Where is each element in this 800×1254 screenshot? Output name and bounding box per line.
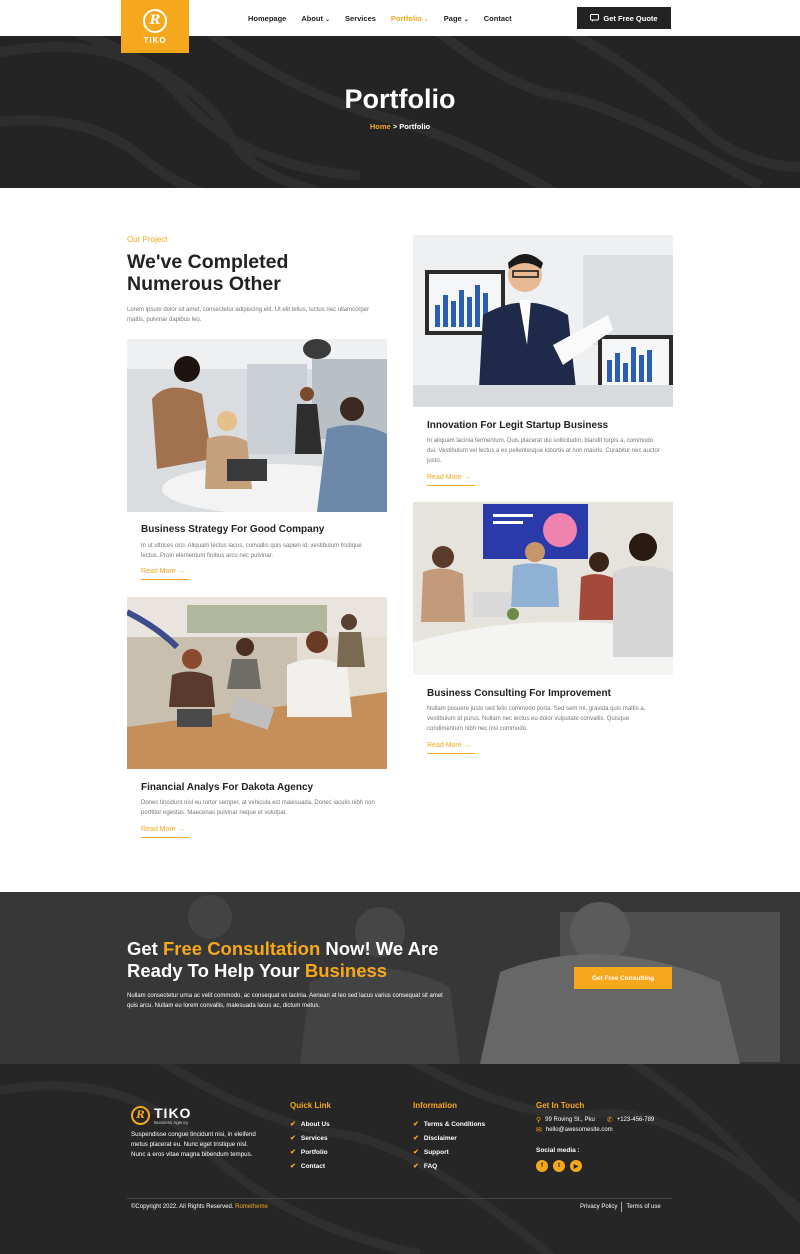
- legal-separator: [621, 1202, 623, 1212]
- quick-link-list: ✔ About Us ✔ Services ✔ Portfolio ✔ Contact: [290, 1117, 330, 1173]
- twitter-icon[interactable]: t: [553, 1160, 565, 1172]
- check-icon: ✔: [413, 1149, 419, 1156]
- main-menu: Homepage About ⌄ Services Portfolio ⌄ Page…: [248, 0, 512, 36]
- footer-logo-tagline: Business Agency: [154, 1119, 189, 1125]
- project-description: In aliquam lacinia fermentum. Duis place…: [427, 438, 660, 464]
- breadcrumb-current: Portfolio: [399, 122, 431, 131]
- footer-link-terms[interactable]: ✔ Terms & Conditions: [413, 1117, 485, 1131]
- social-media-heading: Social media :: [536, 1147, 580, 1154]
- facebook-icon[interactable]: f: [536, 1160, 548, 1172]
- breadcrumb: Home > Portfolio: [0, 122, 800, 131]
- footer-divider: [127, 1198, 672, 1199]
- project-image-office-laptop[interactable]: [127, 339, 387, 512]
- consultation-banner: Get Free Consultation Now! We Are Ready …: [0, 892, 800, 1064]
- footer-link-support[interactable]: ✔ Support: [413, 1145, 485, 1159]
- site-logo[interactable]: R TIKO: [121, 0, 189, 53]
- contact-email[interactable]: ✉ hello@awesomesite.com: [536, 1126, 613, 1134]
- project-title[interactable]: Business Strategy For Good Company: [141, 524, 381, 535]
- legal-links: Privacy Policy Terms of use: [580, 1202, 661, 1212]
- banner-text: Nullam consectetur urna ac velit commodo…: [127, 993, 443, 1009]
- project-image-analyst-charts[interactable]: [413, 235, 673, 407]
- section-eyebrow: Our Project: [127, 235, 168, 244]
- banner-heading: Get Free Consultation Now! We Are Ready …: [127, 938, 439, 981]
- project-description: Donec tincidunt nisl eu tortor semper, a…: [141, 800, 375, 816]
- logo-icon: R: [131, 1106, 150, 1125]
- logo-text: TIKO: [143, 35, 167, 45]
- footer-logo[interactable]: R TIKO Business Agency: [131, 1106, 191, 1125]
- copyright: ©Copyright 2022. All Rights Reserved. Ro…: [131, 1204, 268, 1210]
- get-free-consulting-button[interactable]: Get Free Consulting: [574, 967, 672, 989]
- information-heading: Information: [413, 1101, 457, 1110]
- social-icons: f t ▶: [536, 1160, 582, 1172]
- footer-link-contact[interactable]: ✔ Contact: [290, 1159, 330, 1173]
- project-title[interactable]: Business Consulting For Improvement: [427, 688, 667, 699]
- section-heading: We've Completed Numerous Other: [127, 251, 289, 295]
- privacy-policy-link[interactable]: Privacy Policy: [580, 1204, 617, 1210]
- quick-link-heading: Quick Link: [290, 1101, 331, 1110]
- copyright-brand-link[interactable]: Rometheme: [235, 1204, 268, 1210]
- information-list: ✔ Terms & Conditions ✔ Disclaimer ✔ Support…: [413, 1117, 485, 1173]
- project-title[interactable]: Financial Analys For Dakota Agency: [141, 782, 381, 793]
- check-icon: ✔: [290, 1163, 296, 1170]
- chevron-down-icon: ⌄: [463, 16, 469, 23]
- chat-icon: [590, 14, 600, 22]
- project-image-meeting-room[interactable]: [413, 502, 673, 675]
- footer-logo-name: TIKO: [154, 1104, 192, 1121]
- read-more-link[interactable]: Read More →: [141, 826, 189, 838]
- menu-item-portfolio[interactable]: Portfolio ⌄: [391, 14, 429, 23]
- check-icon: ✔: [413, 1121, 419, 1128]
- menu-item-contact[interactable]: Contact: [484, 14, 512, 23]
- breadcrumb-separator: >: [392, 122, 398, 131]
- phone-icon: ✆: [606, 1117, 613, 1124]
- contact-address-phone: ⚲ 99 Roving St., Pku ✆ +123-456-789: [536, 1117, 655, 1124]
- project-title[interactable]: Innovation For Legit Startup Business: [427, 420, 667, 431]
- menu-item-page[interactable]: Page ⌄: [444, 14, 469, 23]
- breadcrumb-home-link[interactable]: Home: [370, 122, 391, 131]
- location-pin-icon: ⚲: [536, 1117, 542, 1124]
- project-description: In ut ultrices orci. Aliquam lectus lacu…: [141, 543, 362, 559]
- menu-item-homepage[interactable]: Homepage: [248, 14, 286, 23]
- youtube-icon[interactable]: ▶: [570, 1160, 582, 1172]
- menu-item-services[interactable]: Services: [345, 14, 376, 23]
- logo-icon: R: [143, 8, 167, 33]
- footer-link-portfolio[interactable]: ✔ Portfolio: [290, 1145, 330, 1159]
- footer-link-about-us[interactable]: ✔ About Us: [290, 1117, 330, 1131]
- chevron-down-icon: ⌄: [423, 16, 429, 23]
- check-icon: ✔: [290, 1135, 296, 1142]
- footer-link-disclaimer[interactable]: ✔ Disclaimer: [413, 1131, 485, 1145]
- get-free-quote-button[interactable]: Get Free Quote: [577, 7, 671, 29]
- page-hero: Portfolio Home > Portfolio: [0, 36, 800, 188]
- check-icon: ✔: [290, 1149, 296, 1156]
- read-more-link[interactable]: Read More →: [427, 474, 475, 486]
- footer-link-services[interactable]: ✔ Services: [290, 1131, 330, 1145]
- footer-link-faq[interactable]: ✔ FAQ: [413, 1159, 485, 1173]
- top-navbar: R TIKO Homepage About ⌄ Services Portfoli…: [0, 0, 800, 53]
- section-intro: Lorem ipsum dolor sit amet, consectetur …: [127, 307, 370, 323]
- page-title: Portfolio: [344, 84, 456, 114]
- read-more-link[interactable]: Read More →: [427, 742, 475, 754]
- footer-about: Suspendisse congue tincidunt nisi, in el…: [131, 1131, 256, 1158]
- site-footer: R TIKO Business Agency Suspendisse congu…: [0, 1064, 800, 1254]
- project-image-team-table[interactable]: [127, 597, 387, 769]
- get-in-touch-heading: Get In Touch: [536, 1101, 585, 1110]
- terms-of-use-link[interactable]: Terms of use: [626, 1204, 660, 1210]
- project-description: Nullam posuere justo sed felis commodo p…: [427, 706, 646, 732]
- chevron-down-icon: ⌄: [325, 16, 331, 23]
- menu-item-about[interactable]: About ⌄: [301, 14, 330, 23]
- read-more-link[interactable]: Read More →: [141, 568, 189, 580]
- check-icon: ✔: [413, 1163, 419, 1170]
- check-icon: ✔: [290, 1121, 296, 1128]
- check-icon: ✔: [413, 1135, 419, 1142]
- envelope-icon: ✉: [536, 1127, 542, 1134]
- footer-wave-pattern: [0, 1064, 800, 1254]
